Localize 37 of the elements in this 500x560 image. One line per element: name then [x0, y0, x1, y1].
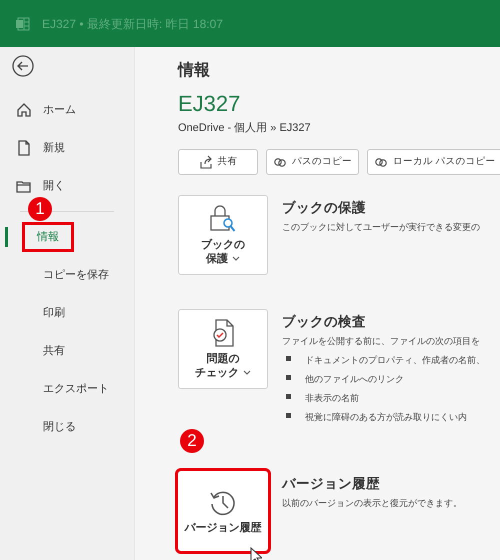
sidebar-item[interactable]: 新規	[0, 137, 134, 159]
document-icon	[16, 140, 32, 156]
lock-key-icon	[209, 204, 237, 234]
sidebar-item[interactable]: 共有	[0, 340, 134, 362]
cursor-icon	[250, 547, 262, 560]
share-icon	[198, 154, 212, 169]
section-description: ファイルを公開する前に、ファイルの次の項目を	[282, 335, 481, 348]
copy-path-button[interactable]: パスのコピー	[266, 148, 359, 175]
sidebar-item[interactable]: ホーム	[0, 99, 134, 121]
bullet-item: 視覚に障碍のある方が読み取りにくい内	[282, 408, 485, 428]
sidebar-item[interactable]: エクスポート	[0, 378, 134, 400]
share-button[interactable]: 共有	[178, 148, 258, 175]
bullet-item: 他のファイルへのリンク	[282, 370, 485, 390]
tool-tile[interactable]: バージョン履歴	[178, 471, 268, 552]
section-title: バージョン履歴	[282, 475, 381, 494]
sidebar-item[interactable]: 印刷	[0, 302, 134, 324]
file-path: OneDrive - 個人用 » EJ327	[178, 121, 312, 136]
sidebar-item[interactable]: 閉じる	[0, 416, 134, 438]
section-title: ブックの保護	[282, 198, 367, 217]
tool-tile[interactable]: ブックの 保護	[178, 194, 268, 275]
tool-tile[interactable]: 問題の チェック	[178, 308, 268, 389]
home-icon	[16, 102, 32, 118]
page-heading: 情報	[178, 61, 211, 80]
section-description: このブックに対してユーザーが実行できる変更の	[282, 221, 480, 234]
file-name: EJ327	[178, 92, 242, 116]
spreadsheet-icon	[16, 16, 30, 30]
sidebar-item[interactable]: 開く	[0, 175, 134, 197]
sidebar-item[interactable]: コピーを保存	[0, 264, 134, 286]
back-button[interactable]	[12, 55, 34, 77]
bullet-item: 非表示の名前	[282, 389, 485, 408]
section-title: ブックの検査	[282, 312, 367, 331]
step-badge: 2	[180, 429, 204, 454]
step-badge: 1	[28, 197, 52, 221]
bullet-item: ドキュメントのプロパティ、作成者の名前、	[282, 351, 485, 370]
copy-path-button[interactable]: ローカル パスのコピー	[367, 148, 500, 175]
section-description: 以前のバージョンの表示と復元ができます。	[282, 497, 462, 510]
window-title: EJ327 • 最終更新日時: 昨日 18:07	[42, 16, 223, 32]
